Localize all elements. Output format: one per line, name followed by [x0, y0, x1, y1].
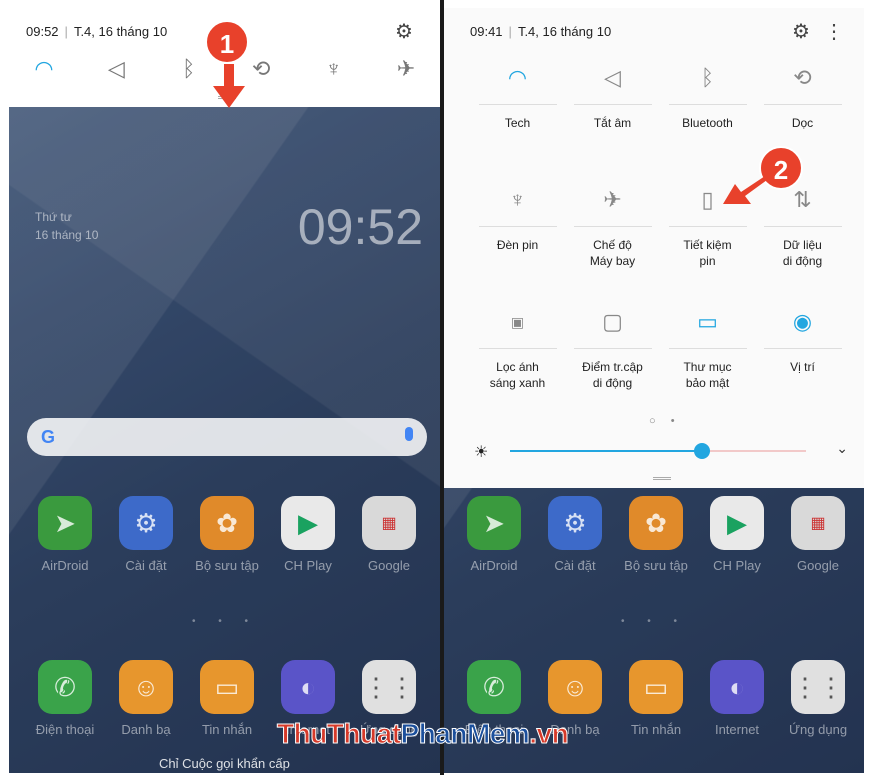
- quick-panel-expanded: 09:41 | T.4, 16 tháng 10 ⚙ ⋮ ◠ Tech ◁ Tắt âm…: [444, 8, 864, 488]
- chevron-down-icon[interactable]: ⌄: [836, 440, 848, 457]
- left-screen: Thứ tư 16 tháng 10 09:52 G ➤ AirDroid ⚙ Cài…: [9, 8, 441, 773]
- internet-icon: ◐: [281, 660, 335, 714]
- messages-icon: ▭: [629, 660, 683, 714]
- rotate-icon: ⟲: [793, 65, 812, 90]
- drag-handle[interactable]: [653, 477, 671, 480]
- lock-day: Thứ tư 16 tháng 10: [35, 210, 99, 242]
- flashlight-icon: ♆: [509, 187, 526, 212]
- flashlight-icon[interactable]: ♆: [319, 56, 349, 82]
- step-badge-1: 1: [205, 20, 249, 64]
- app-settings[interactable]: ⚙ Cài đặt: [537, 496, 613, 573]
- airplane-icon: ✈: [603, 187, 622, 212]
- tile-mobile-data[interactable]: ⇅ Dữ liệu di động: [755, 180, 850, 302]
- app-play-store[interactable]: ▶ CH Play: [699, 496, 775, 573]
- panel-page-indicator[interactable]: ○ •: [649, 415, 681, 427]
- page-indicator: • • •: [620, 616, 688, 627]
- airdroid-icon: ➤: [467, 496, 521, 550]
- app-internet[interactable]: ◐ Internet: [699, 660, 775, 737]
- apps-icon: ⋮⋮: [362, 660, 416, 714]
- page-indicator: • • •: [191, 616, 259, 627]
- tile-wifi[interactable]: ◠ Tech: [470, 58, 565, 180]
- tile-mute[interactable]: ◁ Tắt âm: [565, 58, 660, 180]
- brightness-icon: ☀: [474, 444, 489, 461]
- app-google[interactable]: ▦ Google: [351, 496, 427, 573]
- app-airdroid[interactable]: ➤ AirDroid: [27, 496, 103, 573]
- settings-icon: ⚙: [548, 496, 602, 550]
- pointer-arrow-icon: [723, 176, 767, 204]
- bluetooth-icon[interactable]: ᛒ: [174, 56, 204, 82]
- app-phone[interactable]: ✆ Điện thoại: [27, 660, 103, 737]
- google-folder-icon: ▦: [362, 496, 416, 550]
- status-time-date: 09:52 | T.4, 16 tháng 10: [26, 24, 168, 39]
- app-gallery[interactable]: ✿ Bộ sưu tập: [189, 496, 265, 573]
- play-store-icon: ▶: [710, 496, 764, 550]
- right-screen: ➤ AirDroid ⚙ Cài đặt ✿ Bộ sưu tập ▶ CH Play …: [444, 8, 864, 773]
- app-play-store[interactable]: ▶ CH Play: [270, 496, 346, 573]
- tile-location[interactable]: ◉ Vị trí: [755, 302, 850, 424]
- app-messages[interactable]: ▭ Tin nhắn: [189, 660, 265, 737]
- google-logo-icon: G: [41, 427, 56, 447]
- tile-bluetooth[interactable]: ᛒ Bluetooth: [660, 58, 755, 180]
- quick-settings-grid: ◠ Tech ◁ Tắt âm ᛒ Bluetooth ⟲ Dọc ♆ Đèn pin ✈…: [470, 58, 850, 424]
- app-row-1: ➤ AirDroid ⚙ Cài đặt ✿ Bộ sưu tập ▶ CH Play …: [456, 496, 856, 573]
- more-options-icon[interactable]: ⋮: [824, 19, 844, 44]
- contacts-icon: ☺: [119, 660, 173, 714]
- brightness-knob[interactable]: [694, 443, 711, 459]
- watermark: ThuThuatPhanMem.vn: [277, 718, 570, 750]
- app-drawer[interactable]: ⋮⋮ Ứng dụng: [780, 660, 856, 737]
- app-messages[interactable]: ▭ Tin nhắn: [618, 660, 694, 737]
- app-gallery[interactable]: ✿ Bộ sưu tập: [618, 496, 694, 573]
- tile-blue-light[interactable]: ▣ Lọc ánh sáng xanh: [470, 302, 565, 424]
- airplane-icon[interactable]: ✈: [391, 56, 421, 82]
- contacts-icon: ☺: [548, 660, 602, 714]
- tile-hotspot[interactable]: ▢ Điểm tr.cập di động: [565, 302, 660, 424]
- bluetooth-icon: ᛒ: [700, 65, 715, 90]
- tile-flashlight[interactable]: ♆ Đèn pin: [470, 180, 565, 302]
- wifi-icon[interactable]: ◠: [29, 56, 59, 82]
- rotate-icon[interactable]: ⟲: [246, 56, 276, 82]
- messages-icon: ▭: [200, 660, 254, 714]
- google-folder-icon: ▦: [791, 496, 845, 550]
- app-row-1: ➤ AirDroid ⚙ Cài đặt ✿ Bộ sưu tập ▶ CH Play …: [27, 496, 427, 573]
- app-settings[interactable]: ⚙ Cài đặt: [108, 496, 184, 573]
- mic-icon[interactable]: [405, 427, 413, 441]
- phone-icon: ✆: [38, 660, 92, 714]
- location-icon: ◉: [792, 309, 813, 334]
- lock-clock: 09:52: [297, 199, 423, 255]
- mute-icon[interactable]: ◁: [101, 56, 131, 82]
- google-search-bar[interactable]: G: [27, 418, 427, 456]
- internet-icon: ◐: [710, 660, 764, 714]
- mute-icon: ◁: [604, 65, 621, 90]
- hotspot-icon: ▢: [602, 309, 623, 334]
- blue-light-icon: ▣: [510, 314, 525, 330]
- airdroid-icon: ➤: [38, 496, 92, 550]
- settings-gear-icon[interactable]: ⚙: [395, 19, 413, 44]
- settings-icon: ⚙: [119, 496, 173, 550]
- wifi-icon: ◠: [507, 65, 528, 90]
- emergency-call-text[interactable]: Chỉ Cuộc gọi khẩn cấp: [159, 756, 290, 771]
- gallery-icon: ✿: [629, 496, 683, 550]
- status-time-date: 09:41 | T.4, 16 tháng 10: [470, 24, 612, 39]
- tile-secure-folder[interactable]: ▭ Thư mục bảo mật: [660, 302, 755, 424]
- app-google[interactable]: ▦ Google: [780, 496, 856, 573]
- down-arrow-icon: [213, 64, 245, 108]
- gallery-icon: ✿: [200, 496, 254, 550]
- apps-icon: ⋮⋮: [791, 660, 845, 714]
- secure-folder-icon: ▭: [697, 309, 718, 334]
- tile-airplane[interactable]: ✈ Chế độ Máy bay: [565, 180, 660, 302]
- brightness-slider[interactable]: [510, 443, 806, 459]
- phone-icon: ✆: [467, 660, 521, 714]
- app-contacts[interactable]: ☺ Danh bạ: [108, 660, 184, 737]
- settings-gear-icon[interactable]: ⚙: [792, 19, 810, 44]
- play-store-icon: ▶: [281, 496, 335, 550]
- app-airdroid[interactable]: ➤ AirDroid: [456, 496, 532, 573]
